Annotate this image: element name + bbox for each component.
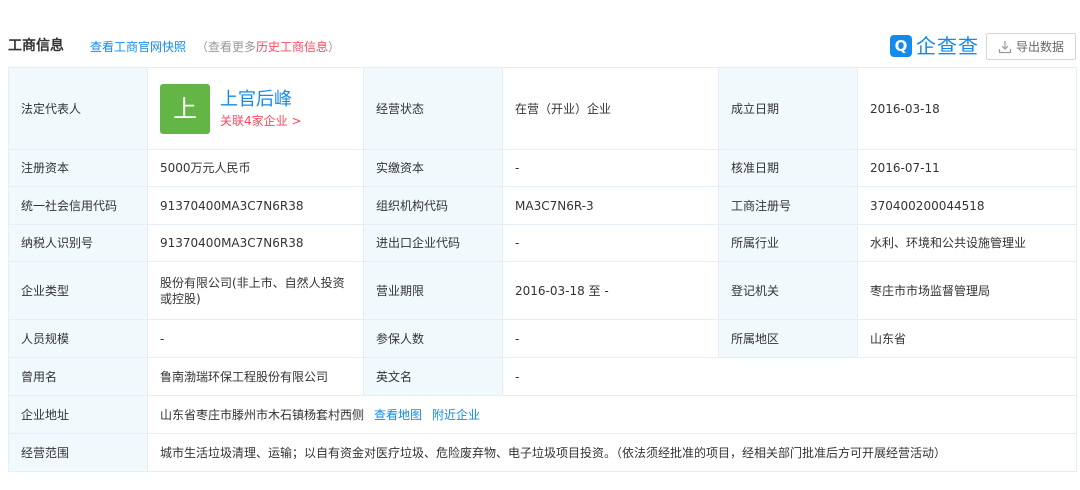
qichacha-logo-icon: Q xyxy=(890,35,912,57)
label-company-type: 企业类型 xyxy=(8,261,148,320)
table-row: 注册资本 5000万元人民币 实缴资本 - 核准日期 2016-07-11 xyxy=(8,149,1077,187)
table-row: 经营范围 城市生活垃圾清理、运输；以自有资金对医疗垃圾、危险废弃物、电子垃圾项目… xyxy=(8,433,1077,472)
address-cell: 山东省枣庄市滕州市木石镇杨套村西侧 查看地图 附近企业 xyxy=(147,395,1077,434)
export-label: 导出数据 xyxy=(1015,40,1064,54)
label-region: 所属地区 xyxy=(718,319,858,358)
value-paid-capital: - xyxy=(502,149,719,187)
export-data-button[interactable]: 导出数据 xyxy=(986,33,1076,60)
table-row: 企业地址 山东省枣庄市滕州市木石镇杨套村西侧 查看地图 附近企业 xyxy=(8,395,1077,434)
label-english-name: 英文名 xyxy=(363,357,503,396)
label-former-name: 曾用名 xyxy=(8,357,148,396)
related-companies-link[interactable]: 关联4家企业 > xyxy=(220,113,302,129)
table-row: 曾用名 鲁南渤瑞环保工程股份有限公司 英文名 - xyxy=(8,357,1077,396)
nearby-companies-link[interactable]: 附近企业 xyxy=(432,408,480,422)
label-authority: 登记机关 xyxy=(718,261,858,320)
value-approve-date: 2016-07-11 xyxy=(857,149,1077,187)
brand-text: 企查查 xyxy=(916,34,979,58)
value-english-name: - xyxy=(502,357,1077,396)
note-prefix: （查看更多 xyxy=(196,40,257,54)
view-map-link[interactable]: 查看地图 xyxy=(374,408,422,422)
section-title: 工商信息 xyxy=(8,38,64,54)
label-industry: 所属行业 xyxy=(718,224,858,262)
value-former-name: 鲁南渤瑞环保工程股份有限公司 xyxy=(147,357,364,396)
label-approve-date: 核准日期 xyxy=(718,149,858,187)
label-term: 营业期限 xyxy=(363,261,503,320)
value-scope: 城市生活垃圾清理、运输；以自有资金对医疗垃圾、危险废弃物、电子垃圾项目投资。（依… xyxy=(147,433,1077,472)
label-address: 企业地址 xyxy=(8,395,148,434)
value-term: 2016-03-18 至 - xyxy=(502,261,719,320)
legal-rep-name-link[interactable]: 上官后峰 xyxy=(220,89,302,111)
label-paid-capital: 实缴资本 xyxy=(363,149,503,187)
label-reg-no: 工商注册号 xyxy=(718,186,858,225)
legal-rep-cell: 上 上官后峰 关联4家企业 > xyxy=(147,67,364,150)
table-row: 人员规模 - 参保人数 - 所属地区 山东省 xyxy=(8,319,1077,358)
value-address: 山东省枣庄市滕州市木石镇杨套村西侧 xyxy=(160,407,365,422)
value-reg-no: 370400200044518 xyxy=(857,186,1077,225)
label-reg-capital: 注册资本 xyxy=(8,149,148,187)
value-reg-capital: 5000万元人民币 xyxy=(147,149,364,187)
value-industry: 水利、环境和公共设施管理业 xyxy=(857,224,1077,262)
value-company-type: 股份有限公司(非上市、自然人投资或控股) xyxy=(147,261,364,320)
brand-logo: Q 企查查 xyxy=(890,33,979,59)
value-status: 在营（开业）企业 xyxy=(502,67,719,150)
snapshot-link[interactable]: 查看工商官网快照 xyxy=(90,40,186,54)
label-insured: 参保人数 xyxy=(363,319,503,358)
value-ie-code: - xyxy=(502,224,719,262)
history-note: （查看更多历史工商信息） xyxy=(196,40,340,54)
history-link[interactable]: 历史工商信息 xyxy=(256,40,328,54)
value-insured: - xyxy=(502,319,719,358)
table-row: 统一社会信用代码 91370400MA3C7N6R38 组织机构代码 MA3C7… xyxy=(8,186,1077,225)
value-org-code: MA3C7N6R-3 xyxy=(502,186,719,225)
label-taxpayer-id: 纳税人识别号 xyxy=(8,224,148,262)
value-taxpayer-id: 91370400MA3C7N6R38 xyxy=(147,224,364,262)
business-info-table: 法定代表人 上 上官后峰 关联4家企业 > 经营状态 在营（开业）企业 成立日期… xyxy=(8,67,1077,472)
label-legal-rep: 法定代表人 xyxy=(8,67,148,150)
value-est-date: 2016-03-18 xyxy=(857,67,1077,150)
table-row: 纳税人识别号 91370400MA3C7N6R38 进出口企业代码 - 所属行业… xyxy=(8,224,1077,262)
value-credit-code: 91370400MA3C7N6R38 xyxy=(147,186,364,225)
label-credit-code: 统一社会信用代码 xyxy=(8,186,148,225)
value-authority: 枣庄市市场监督管理局 xyxy=(857,261,1077,320)
label-scope: 经营范围 xyxy=(8,433,148,472)
value-region: 山东省 xyxy=(857,319,1077,358)
label-est-date: 成立日期 xyxy=(718,67,858,150)
table-row: 法定代表人 上 上官后峰 关联4家企业 > 经营状态 在营（开业）企业 成立日期… xyxy=(8,67,1077,150)
note-suffix: ） xyxy=(328,40,341,54)
section-header: 工商信息 查看工商官网快照 （查看更多历史工商信息） Q 企查查 导出数据 xyxy=(0,0,1080,62)
value-staff-size: - xyxy=(147,319,364,358)
avatar[interactable]: 上 xyxy=(160,83,210,134)
table-row: 企业类型 股份有限公司(非上市、自然人投资或控股) 营业期限 2016-03-1… xyxy=(8,261,1077,320)
label-org-code: 组织机构代码 xyxy=(363,186,503,225)
label-staff-size: 人员规模 xyxy=(8,319,148,358)
label-ie-code: 进出口企业代码 xyxy=(363,224,503,262)
label-status: 经营状态 xyxy=(363,67,503,150)
download-icon xyxy=(998,40,1012,53)
